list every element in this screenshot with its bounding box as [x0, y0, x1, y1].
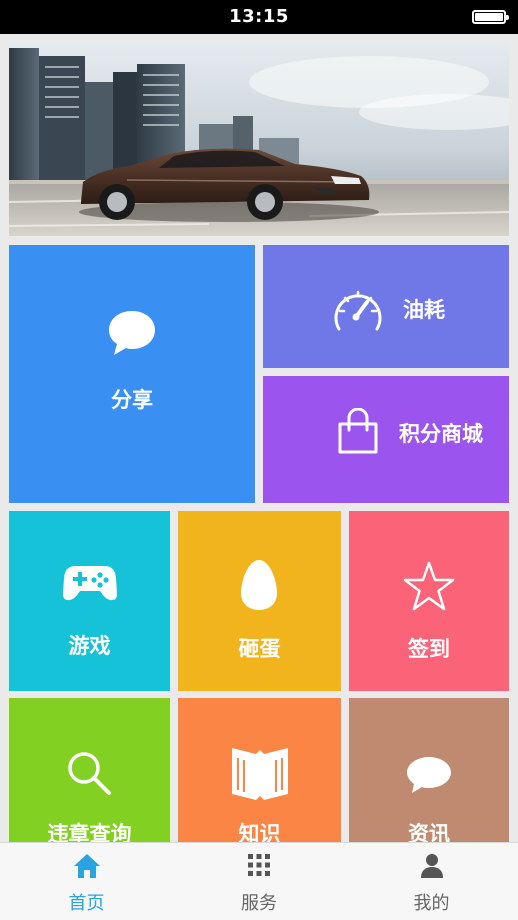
- tab-home[interactable]: 首页: [0, 843, 173, 920]
- speedometer-icon: [334, 290, 382, 331]
- check-in-label: 签到: [408, 637, 450, 661]
- tab-services-label: 服务: [241, 893, 277, 914]
- tab-profile-label: 我的: [413, 893, 450, 914]
- status-bar: 13:15: [0, 0, 518, 34]
- fuel-consumption-tile[interactable]: 油耗: [263, 245, 509, 368]
- tab-profile[interactable]: 我的: [345, 843, 518, 920]
- battery-icon: [472, 10, 509, 24]
- points-mall-tile[interactable]: 积分商城: [263, 376, 509, 503]
- egg-icon: [241, 560, 277, 610]
- points-mall-label: 积分商城: [399, 422, 483, 446]
- games-label: 游戏: [68, 634, 111, 658]
- games-tile[interactable]: 游戏: [9, 511, 170, 691]
- share-tile[interactable]: 分享: [9, 245, 255, 503]
- book-icon: [232, 748, 288, 800]
- tab-services[interactable]: 服务: [173, 843, 345, 920]
- grid-icon: [248, 854, 270, 876]
- star-icon: [403, 561, 455, 611]
- home-content: 分享 油耗 积分商城 游戏 砸蛋 签到 违章查询 知识 资讯: [0, 34, 518, 842]
- traffic-violation-tile[interactable]: 违章查询: [9, 698, 170, 842]
- news-label: 资讯: [408, 822, 450, 842]
- news-tile[interactable]: 资讯: [349, 698, 509, 842]
- fuel-consumption-label: 油耗: [403, 298, 445, 322]
- check-in-tile[interactable]: 签到: [349, 511, 509, 691]
- share-label: 分享: [111, 388, 153, 412]
- banner-image[interactable]: [9, 42, 509, 236]
- tab-home-label: 首页: [68, 893, 105, 914]
- knowledge-label: 知识: [238, 822, 281, 842]
- shopping-bag-icon: [338, 408, 378, 454]
- car-banner-illustration: [9, 42, 509, 236]
- smash-egg-label: 砸蛋: [238, 637, 281, 661]
- bottom-tab-bar: 首页 服务 我的: [0, 842, 518, 920]
- traffic-violation-label: 违章查询: [47, 822, 132, 842]
- status-time: 13:15: [229, 6, 289, 27]
- chat-bubble-icon: [407, 757, 451, 793]
- knowledge-tile[interactable]: 知识: [178, 698, 341, 842]
- user-icon: [420, 854, 443, 878]
- search-icon: [68, 752, 111, 795]
- chat-bubble-icon: [109, 311, 155, 355]
- smash-egg-tile[interactable]: 砸蛋: [178, 511, 341, 691]
- home-icon: [73, 854, 100, 878]
- gamepad-icon: [63, 566, 117, 601]
